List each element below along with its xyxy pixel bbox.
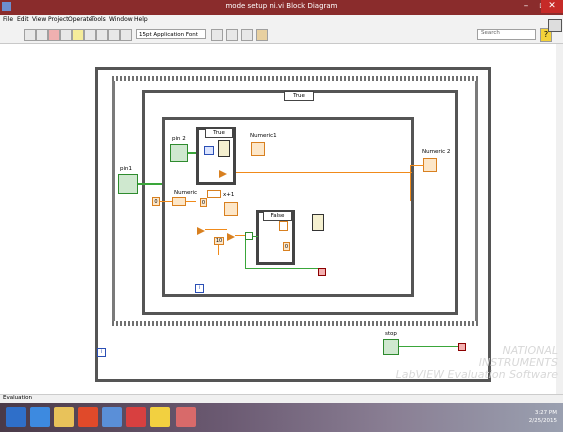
outer-case-selector[interactable]: True	[284, 91, 314, 101]
x1-label: x+1	[223, 192, 235, 198]
reorder-icon[interactable]	[241, 29, 253, 41]
retain-wire-values-icon[interactable]	[84, 29, 96, 41]
media-icon[interactable]	[102, 407, 122, 427]
distribute-objects-icon[interactable]	[226, 29, 238, 41]
wire-numeric1	[236, 172, 412, 173]
true-case-selector[interactable]: True	[205, 128, 233, 138]
watermark-line3: LabVIEW Evaluation Software	[395, 368, 558, 381]
wire-and	[253, 236, 258, 237]
vertical-scrollbar[interactable]	[556, 44, 563, 394]
labview-vi-icon[interactable]	[176, 407, 196, 427]
toolbar: 15pt Application Font Search ?	[0, 26, 563, 44]
wire-less	[235, 235, 245, 236]
clock-time: 3:27 PM	[534, 410, 557, 416]
wire-const0a	[160, 201, 172, 202]
minimize-icon[interactable]: –	[518, 0, 534, 13]
wire-const10	[218, 245, 219, 255]
numeric-label: Numeric	[174, 190, 198, 196]
wire-pin2	[188, 152, 196, 154]
numeric1-label: Numeric1	[250, 133, 277, 139]
menu-operate[interactable]: Operate	[68, 16, 92, 23]
abort-icon[interactable]	[48, 29, 60, 41]
dbl-constant	[204, 146, 214, 155]
inner-iteration-terminal: i	[195, 284, 204, 293]
labview-icon[interactable]	[150, 407, 170, 427]
wire-stop	[245, 268, 318, 269]
outer-iteration-terminal: i	[97, 348, 106, 357]
search-input[interactable]: Search	[477, 29, 536, 40]
window-title: mode setup ni.vi Block Diagram	[225, 2, 338, 10]
inner-stop-terminal[interactable]	[318, 268, 326, 276]
greater-node	[197, 227, 205, 235]
false-subvi-node[interactable]	[312, 214, 324, 231]
title-bar: mode setup ni.vi Block Diagram – ▫ ✕	[0, 0, 563, 15]
menu-edit[interactable]: Edit	[17, 16, 29, 23]
step-into-icon[interactable]	[96, 29, 108, 41]
menu-help[interactable]: Help	[134, 16, 148, 23]
menu-window[interactable]: Window	[109, 16, 133, 23]
block-diagram[interactable]: True pin1 pin 2 True Numeric1 Numeric 2 …	[0, 44, 559, 394]
menu-bar: File Edit View Project Operate Tools Win…	[0, 15, 563, 26]
numeric2-label: Numeric 2	[422, 149, 451, 155]
pin1-terminal[interactable]	[118, 174, 138, 194]
const-0a: 0	[152, 197, 160, 206]
wire-compare	[205, 229, 227, 230]
increment-node	[207, 190, 221, 198]
const-0b: 0	[200, 198, 207, 207]
wire-pin1	[138, 183, 162, 185]
false-case-selector[interactable]: False	[263, 211, 292, 221]
run-arrow-icon[interactable]	[24, 29, 36, 41]
x1-indicator[interactable]	[224, 202, 238, 216]
clock-date: 2/25/2015	[528, 418, 557, 424]
wire-numeric2	[410, 165, 424, 166]
start-icon[interactable]	[6, 407, 26, 427]
ie-icon[interactable]	[30, 407, 50, 427]
numeric1-indicator[interactable]	[251, 142, 265, 156]
taskbar: 3:27 PM 2/25/2015	[0, 403, 563, 432]
false-inner-node	[279, 221, 288, 231]
wire-numeric	[186, 201, 196, 202]
align-objects-icon[interactable]	[211, 29, 223, 41]
compare-node	[219, 170, 227, 178]
vi-icon	[548, 19, 562, 32]
const-10: 10	[214, 237, 224, 245]
app-icon	[2, 2, 11, 11]
and-node	[245, 232, 253, 240]
status-text: Evaluation	[3, 395, 33, 401]
wire-stop-vert	[245, 240, 246, 268]
font-select[interactable]: 15pt Application Font	[136, 29, 206, 39]
subvi-node[interactable]	[218, 140, 230, 157]
pin2-terminal[interactable]	[170, 144, 188, 162]
menu-tools[interactable]: Tools	[91, 16, 106, 23]
close-icon[interactable]: ✕	[541, 0, 563, 13]
numeric2-indicator[interactable]	[423, 158, 437, 172]
app-icon-2[interactable]	[126, 407, 146, 427]
step-out-icon[interactable]	[120, 29, 132, 41]
pause-icon[interactable]	[60, 29, 72, 41]
cleanup-diagram-icon[interactable]	[256, 29, 268, 41]
less-node	[227, 233, 235, 241]
pin1-label: pin1	[120, 166, 133, 172]
highlight-execution-icon[interactable]	[72, 29, 84, 41]
chrome-icon[interactable]	[78, 407, 98, 427]
const-0c: 0	[283, 242, 290, 251]
wire-vert-right	[410, 165, 411, 201]
numeric-control[interactable]	[172, 197, 186, 206]
menu-view[interactable]: View	[32, 16, 46, 23]
sequence-bottom-band	[112, 321, 478, 326]
clock[interactable]: 3:27 PM 2/25/2015	[529, 409, 557, 425]
sequence-top-band	[112, 76, 478, 81]
menu-project[interactable]: Project	[48, 16, 69, 23]
run-continuous-icon[interactable]	[36, 29, 48, 41]
menu-file[interactable]: File	[3, 16, 13, 23]
explorer-icon[interactable]	[54, 407, 74, 427]
step-over-icon[interactable]	[108, 29, 120, 41]
pin2-label: pin 2	[172, 136, 186, 142]
evaluation-watermark: NATIONAL INSTRUMENTS LabVIEW Evaluation …	[388, 345, 558, 381]
stop-label: stop	[385, 331, 397, 337]
